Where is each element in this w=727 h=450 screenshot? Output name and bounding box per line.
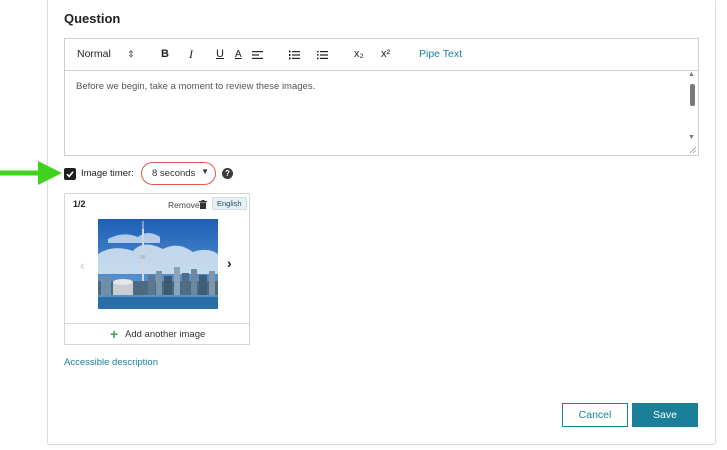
ordered-list-icon[interactable] bbox=[289, 39, 300, 70]
resize-handle-icon[interactable] bbox=[689, 146, 697, 154]
align-icon[interactable] bbox=[252, 39, 263, 70]
checkmark-icon bbox=[66, 171, 74, 178]
editor-toolbar: Normal ⇕ B I U A x₂ x² Pipe Text bbox=[65, 39, 698, 71]
style-select-caret-icon[interactable]: ⇕ bbox=[127, 39, 135, 70]
chevron-down-icon: ▼ bbox=[201, 167, 209, 176]
scroll-thumb[interactable] bbox=[690, 84, 695, 106]
rich-text-editor: Normal ⇕ B I U A x₂ x² Pipe Text Before … bbox=[64, 38, 699, 156]
editor-content[interactable]: Before we begin, take a moment to review… bbox=[76, 81, 315, 92]
cancel-button[interactable]: Cancel bbox=[562, 403, 628, 427]
next-image-icon[interactable]: › bbox=[227, 255, 232, 271]
image-timer-label: Image timer: bbox=[81, 168, 134, 179]
add-image-button[interactable]: + Add another image bbox=[65, 323, 249, 346]
city-skyline-image bbox=[98, 219, 218, 309]
help-icon[interactable]: ? bbox=[222, 168, 233, 179]
font-color-button[interactable]: A bbox=[235, 39, 242, 70]
timer-duration-select[interactable]: 8 seconds ▼ bbox=[141, 162, 216, 185]
style-select[interactable]: Normal bbox=[77, 39, 111, 70]
editor-scrollbar[interactable]: ▲ ▼ bbox=[687, 71, 697, 153]
image-carousel: 1/2 Remove English ‹ › + Add another ima… bbox=[64, 193, 250, 345]
scroll-down-icon[interactable]: ▼ bbox=[688, 134, 695, 141]
add-image-label: Add another image bbox=[125, 329, 206, 340]
bold-button[interactable]: B bbox=[161, 39, 169, 70]
pointer-arrow-icon bbox=[0, 161, 62, 185]
bullet-list-icon[interactable] bbox=[316, 39, 328, 70]
underline-button[interactable]: U bbox=[216, 39, 224, 70]
language-badge[interactable]: English bbox=[212, 197, 247, 210]
font-color-label: A bbox=[235, 49, 242, 60]
trash-icon[interactable] bbox=[199, 200, 207, 209]
previous-image-icon[interactable]: ‹ bbox=[80, 257, 85, 273]
section-title: Question bbox=[64, 11, 121, 26]
pipe-text-button[interactable]: Pipe Text bbox=[419, 39, 462, 70]
accessible-description-link[interactable]: Accessible description bbox=[64, 357, 158, 368]
image-counter: 1/2 bbox=[73, 199, 86, 209]
superscript-button[interactable]: x² bbox=[381, 39, 390, 70]
remove-image-button[interactable]: Remove bbox=[168, 200, 200, 210]
timer-duration-value: 8 seconds bbox=[152, 168, 196, 179]
plus-icon: + bbox=[110, 326, 119, 342]
save-button[interactable]: Save bbox=[632, 403, 698, 427]
image-timer-checkbox[interactable] bbox=[64, 168, 76, 180]
italic-button[interactable]: I bbox=[189, 39, 193, 70]
subscript-button[interactable]: x₂ bbox=[354, 39, 364, 70]
scroll-up-icon[interactable]: ▲ bbox=[688, 71, 695, 78]
